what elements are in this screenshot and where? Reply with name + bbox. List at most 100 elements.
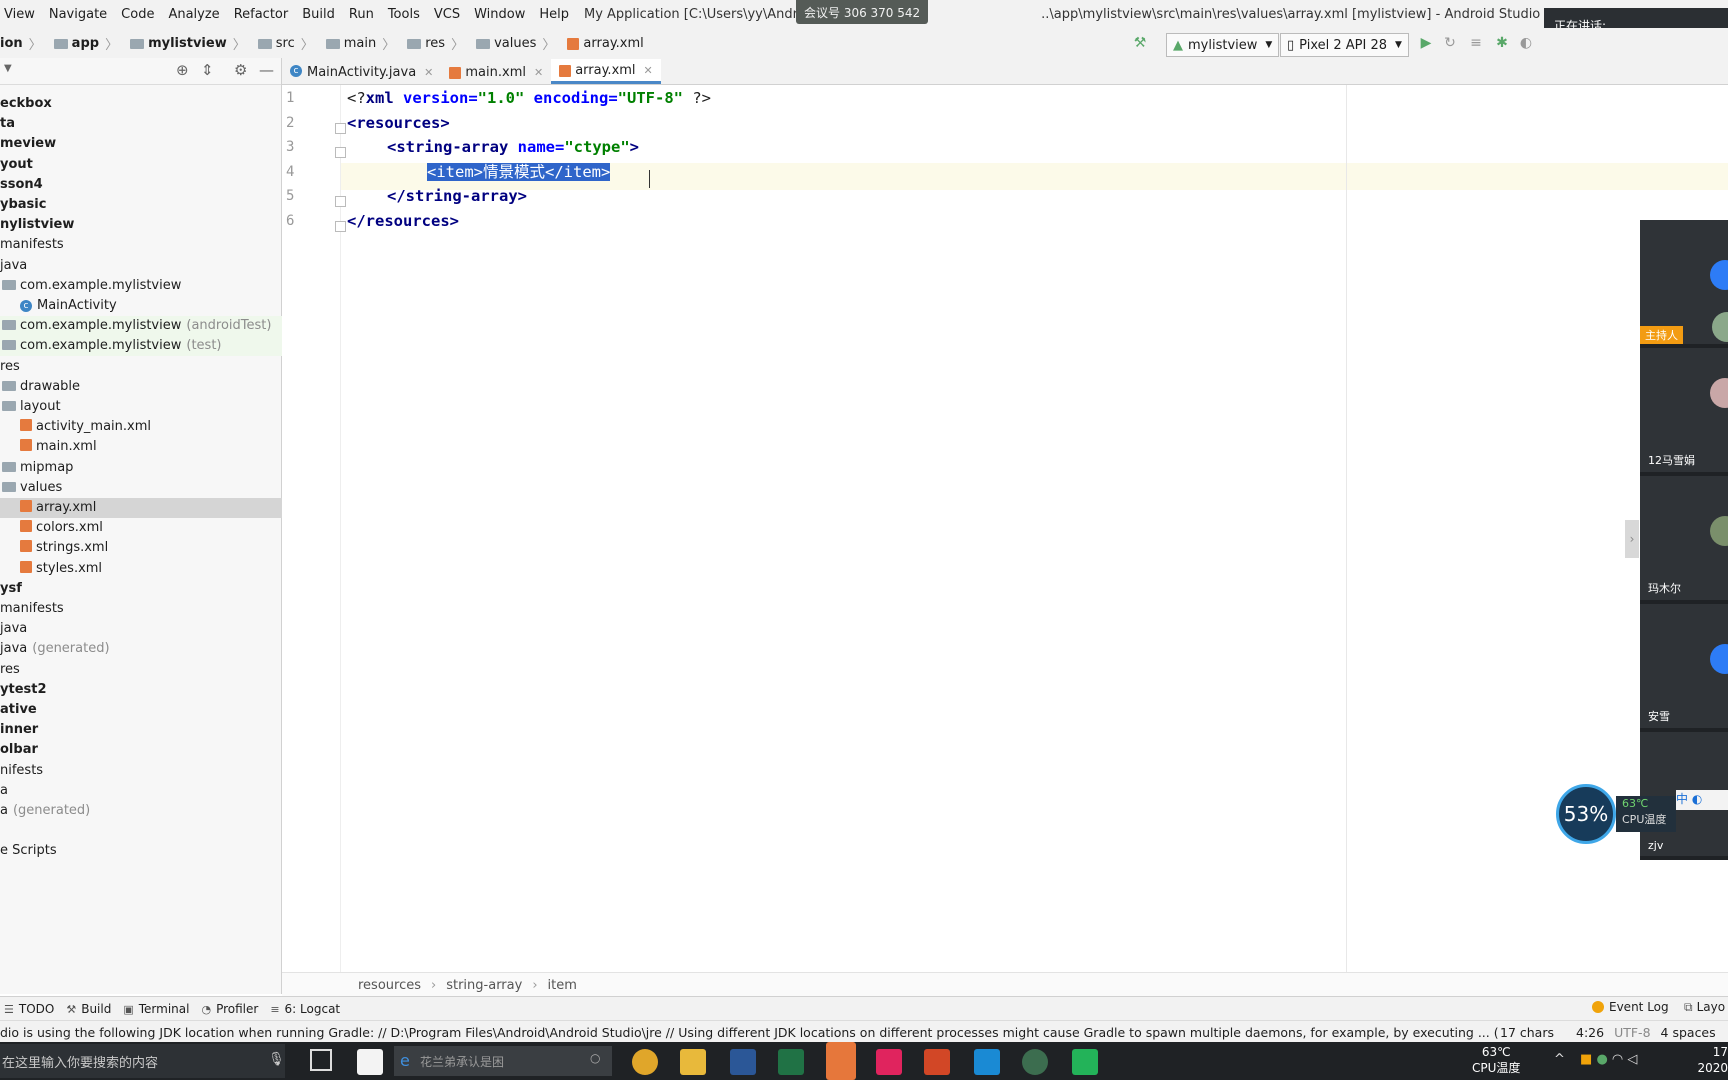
tree-item[interactable]: ytest2 (0, 680, 281, 700)
menu-build[interactable]: Build (295, 7, 342, 22)
tree-item[interactable]: ysf (0, 579, 281, 599)
volume-icon[interactable]: ◁ (1627, 1052, 1637, 1067)
breadcrumb-item[interactable]: ion 〉 (0, 34, 48, 53)
menu-window[interactable]: Window (467, 7, 532, 22)
microphone-icon[interactable]: 🎙 (268, 1052, 285, 1067)
tree-item[interactable]: c MainActivity (0, 296, 301, 316)
tree-item[interactable]: drawable (0, 377, 283, 397)
layout-inspector-button[interactable]: ⧉ Layo (1684, 1000, 1725, 1015)
tree-item[interactable]: main.xml (0, 437, 301, 457)
caret-position[interactable]: 4:26 (1576, 1025, 1604, 1040)
tool-window-button[interactable]: ◔ Profiler (201, 1002, 258, 1016)
pdf-app-icon[interactable] (876, 1049, 902, 1075)
powerpoint-icon[interactable] (924, 1049, 950, 1075)
taskbar-active-app-icon[interactable] (826, 1042, 856, 1080)
search-icon[interactable]: ○ (590, 1051, 600, 1065)
menu-code[interactable]: Code (114, 7, 161, 22)
file-encoding[interactable]: UTF-8 (1614, 1025, 1650, 1040)
taskbar-app-icon[interactable] (1072, 1049, 1098, 1075)
event-log-button[interactable]: Event Log (1592, 1000, 1669, 1014)
menu-view[interactable]: View (0, 7, 42, 22)
code-editor[interactable]: <?xml version="1.0" encoding="UTF-8" ?> … (341, 85, 1728, 972)
tree-item[interactable]: res (0, 660, 281, 680)
meeting-id-badge[interactable]: 会议号 306 370 542 (796, 0, 929, 24)
menu-refactor[interactable]: Refactor (227, 7, 296, 22)
tree-item[interactable]: res (0, 357, 281, 377)
tree-item[interactable]: meview (0, 134, 281, 154)
menu-help[interactable]: Help (532, 7, 576, 22)
windows-search-box[interactable]: 在这里输入你要搜索的内容 🎙 (0, 1044, 285, 1078)
tree-item[interactable]: ta (0, 114, 281, 134)
hammer-icon[interactable]: ⚒ (1132, 35, 1148, 51)
tree-item[interactable]: com.example.mylistview (androidTest) (0, 316, 283, 337)
structure-crumb[interactable]: resources (358, 978, 421, 993)
android-studio-icon[interactable] (1022, 1049, 1048, 1075)
tree-item[interactable]: com.example.mylistview (0, 276, 283, 296)
debug-icon[interactable]: ✱ (1494, 35, 1510, 51)
menu-analyze[interactable]: Analyze (161, 7, 226, 22)
editor-tab[interactable]: main.xml ✕ (441, 60, 551, 84)
gear-icon[interactable]: ⚙ (234, 61, 247, 79)
cpu-usage-widget[interactable]: 53% (1556, 784, 1616, 844)
status-message[interactable]: dio is using the following JDK location … (0, 1025, 1498, 1040)
taskbar-app-icon[interactable] (357, 1049, 383, 1075)
breadcrumb-item[interactable]: mylistview 〉 (124, 34, 252, 53)
code-line-4[interactable]: <item>情景模式</item> (427, 159, 611, 185)
tree-item[interactable]: styles.xml (0, 559, 301, 579)
tree-item[interactable]: activity_main.xml (0, 417, 301, 437)
rerun-icon[interactable]: ↻ (1442, 35, 1458, 51)
code-line-6[interactable]: </resources> (347, 208, 459, 234)
menu-navigate[interactable]: Navigate (42, 7, 114, 22)
breadcrumb-item[interactable]: values 〉 (470, 34, 561, 53)
tree-item[interactable]: a (0, 781, 281, 801)
locate-icon[interactable]: ⊕ (176, 61, 189, 79)
close-icon[interactable]: ✕ (534, 66, 543, 79)
tree-item[interactable] (0, 821, 281, 841)
file-explorer-icon[interactable] (680, 1049, 706, 1075)
tree-item[interactable]: array.xml (0, 498, 301, 518)
chrome-icon[interactable] (632, 1049, 658, 1075)
run-icon[interactable]: ▶ (1418, 35, 1434, 51)
tree-item[interactable]: java (0, 619, 281, 639)
participant-tile[interactable]: 12马雪娟 (1640, 348, 1728, 476)
tool-window-button[interactable]: ☰ TODO (4, 1002, 54, 1016)
word-icon[interactable] (730, 1049, 756, 1075)
browser-address-box[interactable]: e 花兰弟承认是困 ○ (394, 1046, 612, 1076)
tree-item[interactable]: a (generated) (0, 801, 281, 821)
tray-app-icon[interactable]: ■ (1580, 1052, 1592, 1067)
chevron-down-icon[interactable]: ▼ (4, 63, 12, 74)
device-select[interactable]: ▯ Pixel 2 API 28 ▼ (1280, 33, 1409, 57)
tree-item[interactable]: e Scripts (0, 841, 281, 861)
menu-run[interactable]: Run (342, 7, 381, 22)
breadcrumb-item[interactable]: src 〉 (252, 34, 320, 53)
excel-icon[interactable] (778, 1049, 804, 1075)
code-line-1[interactable]: <?xml version="1.0" encoding="UTF-8" ?> (347, 85, 711, 111)
taskbar-cpu-temp[interactable]: 63℃ CPU温度 (1472, 1044, 1520, 1076)
run-configuration-select[interactable]: ▲ mylistview ▼ (1166, 33, 1280, 57)
tree-item[interactable]: values (0, 478, 283, 498)
tree-item[interactable]: sson4 (0, 175, 281, 195)
close-icon[interactable]: ✕ (644, 64, 653, 77)
expand-panel-handle[interactable]: › (1625, 520, 1639, 558)
tray-app-icon[interactable]: ● (1596, 1052, 1607, 1067)
code-line-3[interactable]: <string-array name="ctype"> (387, 134, 639, 160)
tree-item[interactable]: inner (0, 720, 281, 740)
tree-item[interactable]: mipmap (0, 458, 283, 478)
profile-icon[interactable]: ◐ (1518, 35, 1534, 51)
tree-item[interactable]: olbar (0, 740, 281, 760)
tree-item[interactable]: com.example.mylistview (test) (0, 336, 283, 357)
menu-vcs[interactable]: VCS (427, 7, 467, 22)
breadcrumb-item[interactable]: app 〉 (48, 34, 124, 53)
network-icon[interactable]: ◠ (1612, 1052, 1623, 1067)
structure-crumb[interactable]: string-array (446, 978, 522, 993)
meeting-app-icon[interactable] (974, 1049, 1000, 1075)
tree-item[interactable]: nifests (0, 761, 281, 781)
tree-item[interactable]: layout (0, 397, 283, 417)
tray-chevron-icon[interactable]: ^ (1554, 1052, 1565, 1067)
code-line-5[interactable]: </string-array> (387, 183, 527, 209)
tree-item[interactable]: nylistview (0, 215, 281, 235)
editor-tab[interactable]: array.xml ✕ (551, 59, 661, 84)
close-icon[interactable]: ✕ (424, 66, 433, 79)
code-line-2[interactable]: <resources> (347, 110, 450, 136)
tool-window-button[interactable]: ⚒ Build (66, 1002, 111, 1016)
